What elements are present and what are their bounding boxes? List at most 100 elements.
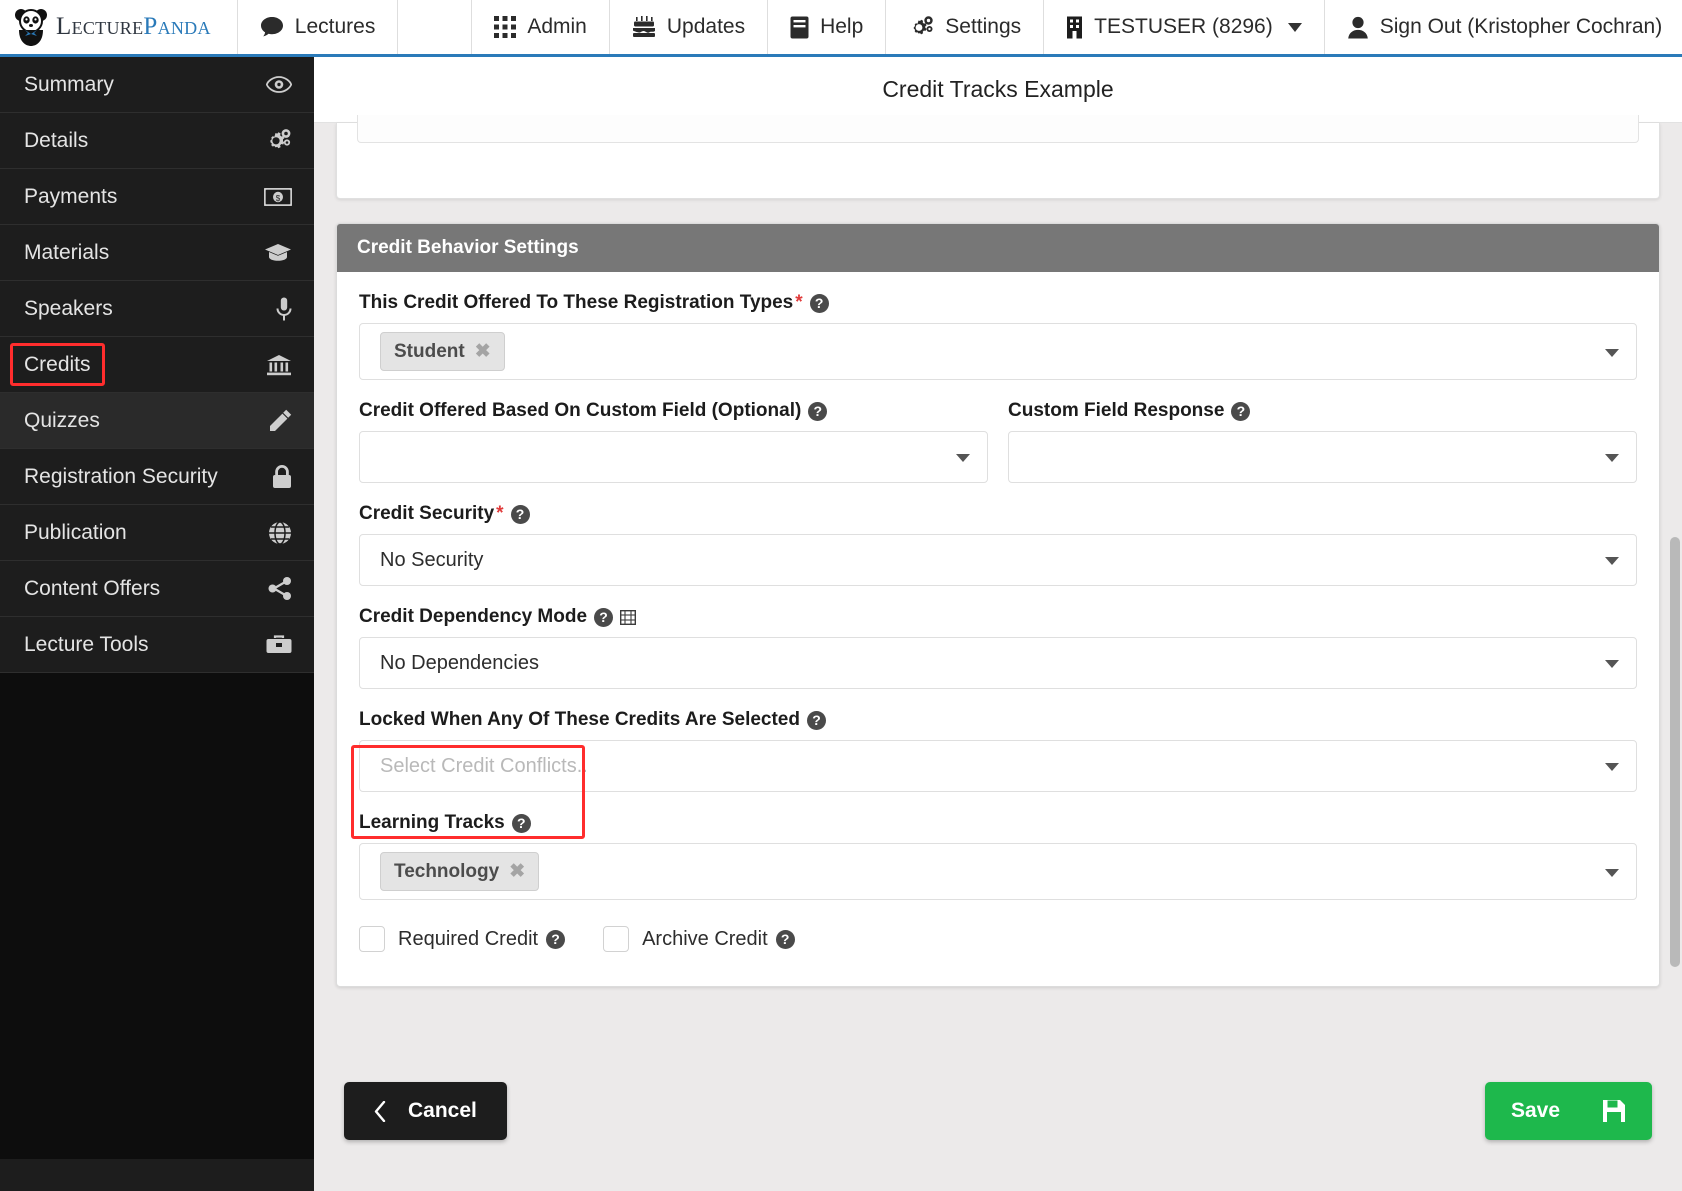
nav-label-testuser: TESTUSER (8296) [1094, 15, 1273, 38]
globe-icon [268, 520, 292, 545]
field-custom-field: Credit Offered Based On Custom Field (Op… [359, 400, 988, 483]
label-text-custom-field: Credit Offered Based On Custom Field (Op… [359, 400, 802, 421]
save-button[interactable]: Save [1484, 1082, 1652, 1140]
film-video-icon[interactable] [620, 609, 637, 625]
help-icon[interactable]: ? [510, 504, 530, 524]
sidebar-item-materials[interactable]: Materials [0, 225, 314, 281]
sidebar-item-quizzes[interactable]: Quizzes [0, 393, 314, 449]
sidebar-label-details: Details [24, 128, 89, 152]
eye-icon [266, 76, 292, 93]
partial-field[interactable] [357, 115, 1639, 143]
sidebar-item-credits[interactable]: Credits [0, 337, 314, 393]
help-icon[interactable]: ? [806, 710, 826, 730]
label-text-registration-types: This Credit Offered To These Registratio… [359, 292, 794, 313]
help-icon[interactable]: ? [775, 929, 795, 949]
custom-field-select[interactable] [359, 431, 988, 483]
nav-item-testuser[interactable]: TESTUSER (8296) [1044, 0, 1325, 54]
sidebar-item-summary[interactable]: Summary [0, 57, 314, 113]
dependency-mode-select[interactable]: No Dependencies [359, 637, 1637, 689]
nav-item-lectures[interactable]: Lectures [238, 0, 399, 54]
nav-label-sign-out: Sign Out (Kristopher Cochran) [1379, 15, 1663, 38]
university-icon [266, 354, 292, 376]
chevron-down-icon[interactable] [1605, 660, 1619, 668]
label-text-required-credit: Required Credit [398, 927, 539, 950]
chip-technology[interactable]: Technology ✖ [380, 852, 540, 891]
label-credit-conflicts: Locked When Any Of These Credits Are Sel… [359, 709, 1637, 731]
svg-text:$: $ [276, 194, 281, 203]
microphone-icon [276, 297, 292, 321]
help-icon[interactable]: ? [594, 607, 614, 627]
chevron-down-icon[interactable] [1605, 454, 1619, 462]
checkbox-archive-credit-wrap[interactable]: Archive Credit ? [603, 926, 795, 952]
sidebar-label-publication: Publication [24, 520, 127, 544]
sidebar-item-registration-security[interactable]: Registration Security [0, 449, 314, 505]
brand-logo[interactable]: LecturePanda [0, 0, 238, 54]
previous-card-partial [336, 115, 1660, 199]
checkbox-row: Required Credit ? Archive Credit ? [359, 920, 1637, 952]
chevron-down-icon[interactable] [1605, 763, 1619, 771]
sidebar-item-payments[interactable]: Payments $ [0, 169, 314, 225]
field-credit-conflicts: Locked When Any Of These Credits Are Sel… [359, 709, 1637, 792]
sidebar-label-payments: Payments [24, 184, 118, 208]
sidebar-label-content-offers: Content Offers [24, 576, 161, 600]
nav-item-help[interactable]: Help [768, 0, 887, 54]
learning-tracks-select[interactable]: Technology ✖ [359, 843, 1637, 900]
label-text-credit-conflicts: Locked When Any Of These Credits Are Sel… [359, 709, 800, 730]
sidebar-item-speakers[interactable]: Speakers [0, 281, 314, 337]
gears-icon [265, 128, 292, 153]
custom-field-response-select[interactable] [1008, 431, 1637, 483]
save-label: Save [1510, 1099, 1560, 1122]
app-root: LecturePanda Lectures Admin Updates Help… [0, 0, 1682, 1191]
sidebar-label-materials: Materials [24, 240, 110, 264]
main-content: Credit Tracks Example Credit Behavior Se… [314, 57, 1682, 1191]
checkbox-required-credit[interactable] [359, 926, 385, 952]
label-archive-credit: Archive Credit ? [642, 928, 795, 951]
sidebar-item-publication[interactable]: Publication [0, 505, 314, 561]
sidebar-item-content-offers[interactable]: Content Offers [0, 561, 314, 617]
chevron-down-icon[interactable] [956, 454, 970, 462]
nav-item-sign-out[interactable]: Sign Out (Kristopher Cochran) [1325, 0, 1682, 54]
panel-body: This Credit Offered To These Registratio… [337, 272, 1659, 986]
chevron-down-icon[interactable] [1605, 868, 1619, 877]
nav-label-settings: Settings [945, 15, 1022, 38]
nav-item-settings[interactable]: Settings [886, 0, 1045, 54]
chevron-down-icon[interactable] [1287, 22, 1302, 32]
credit-conflicts-select[interactable]: Select Credit Conflicts.. [359, 740, 1637, 792]
help-icon[interactable]: ? [546, 929, 566, 949]
label-custom-field: Credit Offered Based On Custom Field (Op… [359, 400, 988, 422]
close-icon[interactable]: ✖ [509, 860, 525, 883]
chip-label-technology: Technology [394, 860, 500, 882]
page-header: Credit Tracks Example [314, 57, 1682, 123]
nav-item-admin[interactable]: Admin [472, 0, 610, 54]
help-icon[interactable]: ? [511, 813, 531, 833]
grid-apps-icon [494, 16, 517, 38]
brand-lecture-text: Lecture [56, 13, 144, 40]
panda-logo-icon [14, 8, 48, 46]
help-icon[interactable]: ? [808, 401, 828, 421]
money-bill-icon: $ [264, 187, 292, 206]
help-icon[interactable]: ? [809, 293, 829, 313]
sidebar-label-credits: Credits [24, 352, 91, 376]
chevron-down-icon[interactable] [1605, 348, 1619, 357]
chip-student[interactable]: Student ✖ [380, 332, 505, 371]
field-custom-field-response: Custom Field Response ? [1008, 400, 1637, 483]
checkbox-archive-credit[interactable] [603, 926, 630, 952]
graduation-cap-icon [264, 243, 292, 262]
chevron-down-icon[interactable] [1605, 557, 1619, 565]
sidebar-label-lecture-tools: Lecture Tools [24, 632, 149, 656]
sidebar-item-details[interactable]: Details [0, 113, 314, 169]
credit-security-select[interactable]: No Security [359, 534, 1637, 586]
checkbox-required-credit-wrap[interactable]: Required Credit ? [359, 926, 566, 952]
registration-types-select[interactable]: Student ✖ [359, 323, 1637, 380]
sidebar-item-lecture-tools[interactable]: Lecture Tools [0, 617, 314, 673]
sidebar-label-registration-security: Registration Security [24, 464, 218, 488]
field-credit-security: Credit Security * ? No Security [359, 503, 1637, 586]
vertical-scrollbar[interactable] [1670, 537, 1680, 967]
close-icon[interactable]: ✖ [475, 340, 491, 363]
credit-conflicts-placeholder: Select Credit Conflicts.. [380, 754, 588, 777]
credit-security-value: No Security [380, 548, 484, 571]
help-icon[interactable]: ? [1231, 401, 1251, 421]
cancel-button[interactable]: Cancel [344, 1082, 507, 1140]
label-custom-field-response: Custom Field Response ? [1008, 400, 1637, 422]
nav-item-updates[interactable]: Updates [610, 0, 769, 54]
